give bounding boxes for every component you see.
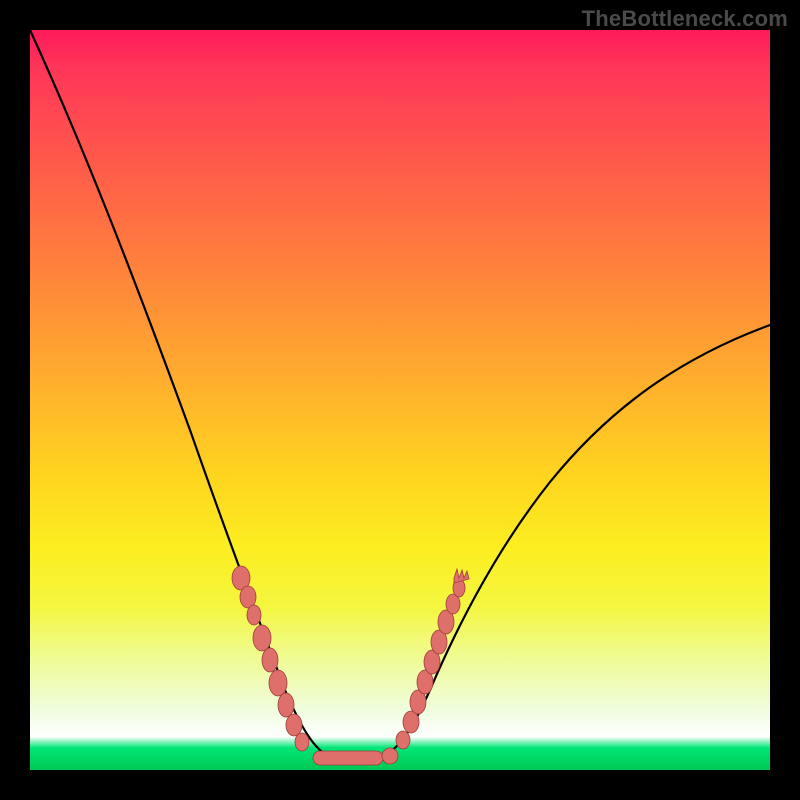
- left-bead-cluster: [232, 566, 309, 751]
- outer-frame: TheBottleneck.com: [0, 0, 800, 800]
- watermark-text: TheBottleneck.com: [582, 6, 788, 32]
- right-bead-cluster: [396, 569, 469, 749]
- plot-area: [30, 30, 770, 770]
- chart-svg: [30, 30, 770, 770]
- bottleneck-curve: [30, 30, 770, 762]
- bottom-bead-bar: [313, 748, 398, 765]
